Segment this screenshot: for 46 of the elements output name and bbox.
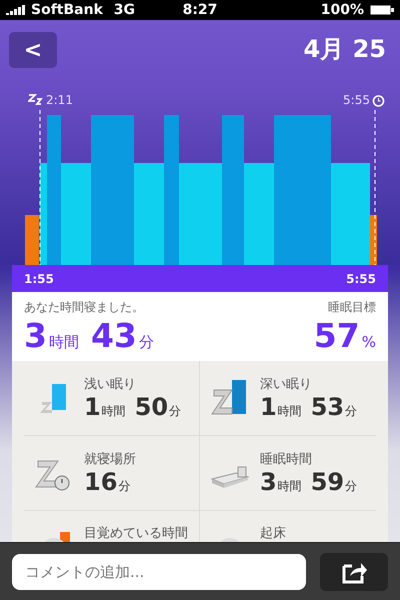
goal-caption: 睡眠目標 xyxy=(328,299,376,316)
stat-value: 50 xyxy=(134,393,168,421)
sleep-icon xyxy=(28,94,44,106)
stat-value: 1 xyxy=(84,393,101,421)
signal-icon xyxy=(6,5,25,15)
date-title: 4月 25 xyxy=(304,34,386,65)
stat-unit: 分 xyxy=(118,478,130,495)
share-button[interactable] xyxy=(320,552,388,590)
battery-percent: 100% xyxy=(320,2,364,18)
stat-unit: 分 xyxy=(345,403,358,420)
minutes-unit: 分 xyxy=(138,333,154,352)
awake-bar xyxy=(25,215,39,265)
stat-unit: 分 xyxy=(345,478,358,495)
sleep-start-time: 2:11 xyxy=(46,93,73,107)
stat-unit: 時間 xyxy=(102,403,126,420)
stat-value: 3 xyxy=(260,468,277,496)
stat-value: 53 xyxy=(310,393,344,421)
carrier-name: SoftBank xyxy=(31,2,103,18)
stat-label: 睡眠時間 xyxy=(260,451,313,468)
alarm-clock-icon xyxy=(372,94,385,106)
minutes-value: 43 xyxy=(90,316,137,355)
range-end-time: 5:55 xyxy=(346,272,376,286)
goal-value: 57 xyxy=(314,316,360,355)
stat-unit: 分 xyxy=(169,403,182,420)
hours-unit: 時間 xyxy=(48,333,79,352)
percent-unit: % xyxy=(362,333,376,351)
hours-value: 3 xyxy=(24,316,47,355)
stat-value: 16 xyxy=(84,468,118,496)
range-start-time: 1:55 xyxy=(24,272,54,286)
stat-label: 就寝場所 xyxy=(84,451,137,468)
stat-unit: 時間 xyxy=(278,403,302,420)
stat-value: 1 xyxy=(260,393,277,421)
comment-field[interactable]: コメントの追加... xyxy=(12,554,306,590)
stat-label: 浅い眠り xyxy=(84,376,137,393)
awake-bar xyxy=(370,215,377,265)
network-type: 3G xyxy=(112,2,135,18)
stat-label: 目覚めている時間 xyxy=(84,525,188,542)
stat-value: 59 xyxy=(310,468,344,496)
alarm-time: 5:55 xyxy=(343,93,370,107)
stat-unit: 時間 xyxy=(278,478,302,495)
clock-time: 8:27 xyxy=(182,2,218,18)
stat-label: 起床 xyxy=(260,525,286,542)
stat-label: 深い眠り xyxy=(260,376,313,393)
sleep-caption: あなた時間寝ました。 xyxy=(24,299,145,316)
back-button[interactable]: < xyxy=(9,32,57,68)
battery-icon xyxy=(370,4,394,16)
